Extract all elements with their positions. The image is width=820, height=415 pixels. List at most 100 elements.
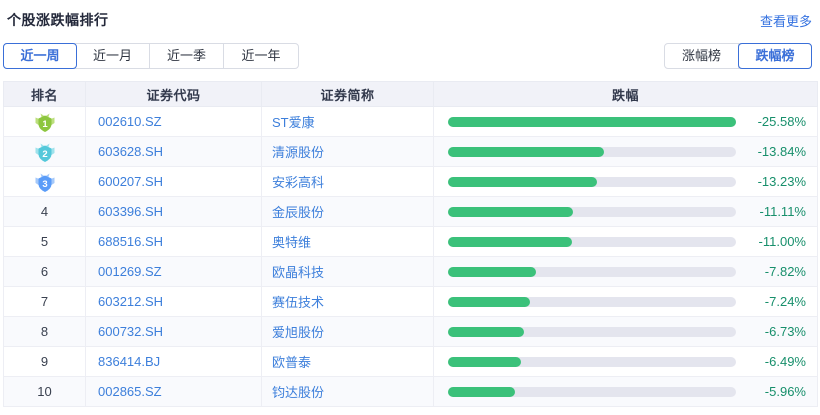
rank-toggle-1[interactable]: 跌幅榜 — [738, 43, 812, 69]
column-header-code: 证券代码 — [85, 81, 262, 107]
decline-bar — [448, 296, 530, 307]
stock-name-link[interactable]: 金辰股份 — [261, 196, 434, 227]
decline-cell: -11.00% — [433, 226, 818, 257]
rank-cell: 6 — [3, 256, 86, 287]
stock-name-link[interactable]: 赛伍技术 — [261, 286, 434, 317]
table-row[interactable]: 4 603396.SH 金辰股份 -11.11% — [3, 196, 818, 227]
svg-text:3: 3 — [42, 179, 47, 190]
stock-name-link[interactable]: 欧晶科技 — [261, 256, 434, 287]
table-header-row: 排名 证券代码 证券简称 跌幅 — [3, 81, 818, 107]
decline-bar — [448, 176, 597, 187]
decline-percent: -13.23% — [757, 174, 806, 189]
decline-bar-track — [448, 116, 736, 127]
stock-code-link[interactable]: 603396.SH — [85, 196, 262, 227]
stock-name-link[interactable]: ST爱康 — [261, 106, 434, 137]
panel-title: 个股涨跌幅排行 — [7, 12, 109, 28]
period-tab-group: 近一周 近一月 近一季 近一年 — [3, 43, 299, 69]
table-row[interactable]: 8 600732.SH 爱旭股份 -6.73% — [3, 316, 818, 347]
decline-bar — [448, 386, 516, 397]
table-row[interactable]: 2 603628.SH 清源股份 -13.84% — [3, 136, 818, 167]
decline-bar-track — [448, 356, 736, 367]
decline-bar-track — [448, 176, 736, 187]
rank-cell: 4 — [3, 196, 86, 227]
stock-name-link[interactable]: 清源股份 — [261, 136, 434, 167]
table-row[interactable]: 7 603212.SH 赛伍技术 -7.24% — [3, 286, 818, 317]
decline-bar — [448, 206, 573, 217]
period-tab-3[interactable]: 近一年 — [224, 44, 298, 68]
controls-bar: 近一周 近一月 近一季 近一年 涨幅榜 跌幅榜 — [3, 43, 812, 69]
rank-toggle-group: 涨幅榜 跌幅榜 — [664, 43, 812, 69]
table-row[interactable]: 6 001269.SZ 欧晶科技 -7.82% — [3, 256, 818, 287]
decline-bar-track — [448, 266, 736, 277]
stock-code-link[interactable]: 002865.SZ — [85, 376, 262, 407]
stock-code-link[interactable]: 600732.SH — [85, 316, 262, 347]
stock-name-link[interactable]: 欧普泰 — [261, 346, 434, 377]
decline-percent: -11.11% — [759, 204, 807, 219]
decline-percent: -7.82% — [764, 264, 806, 279]
decline-cell: -13.84% — [433, 136, 818, 167]
stock-code-link[interactable]: 600207.SH — [85, 166, 262, 197]
table-row[interactable]: 3 600207.SH 安彩高科 -13.23% — [3, 166, 818, 197]
rank-medal-icon: 2 — [35, 143, 54, 162]
stock-code-link[interactable]: 688516.SH — [85, 226, 262, 257]
stock-name-link[interactable]: 爱旭股份 — [261, 316, 434, 347]
decline-cell: -11.11% — [433, 196, 818, 227]
column-header-name: 证券简称 — [261, 81, 434, 107]
column-header-rank: 排名 — [3, 81, 86, 107]
decline-percent: -6.73% — [764, 324, 806, 339]
stock-code-link[interactable]: 603212.SH — [85, 286, 262, 317]
stock-rank-panel: 个股涨跌幅排行 查看更多 近一周 近一月 近一季 近一年 涨幅榜 跌幅榜 排名 证券代码… — [0, 0, 820, 415]
rank-medal-icon: 1 — [35, 113, 54, 132]
decline-percent: -13.84% — [757, 144, 806, 159]
stock-name-link[interactable]: 安彩高科 — [261, 166, 434, 197]
view-more-link[interactable]: 查看更多 — [760, 11, 812, 30]
decline-bar — [448, 236, 572, 247]
decline-bar-track — [448, 146, 736, 157]
rank-medal-icon: 3 — [35, 173, 54, 192]
rank-toggle-0[interactable]: 涨幅榜 — [665, 44, 739, 68]
svg-text:1: 1 — [42, 119, 48, 130]
stock-name-link[interactable]: 钧达股份 — [261, 376, 434, 407]
decline-bar-track — [448, 296, 736, 307]
stock-code-link[interactable]: 836414.BJ — [85, 346, 262, 377]
decline-percent: -6.49% — [764, 354, 806, 369]
rank-cell: 9 — [3, 346, 86, 377]
stock-code-link[interactable]: 001269.SZ — [85, 256, 262, 287]
decline-bar-track — [448, 206, 736, 217]
decline-bar-track — [448, 386, 736, 397]
stock-code-link[interactable]: 603628.SH — [85, 136, 262, 167]
table-row[interactable]: 5 688516.SH 奥特维 -11.00% — [3, 226, 818, 257]
decline-cell: -5.96% — [433, 376, 818, 407]
decline-bar — [448, 356, 522, 367]
rank-cell: 5 — [3, 226, 86, 257]
decline-bar-track — [448, 326, 736, 337]
decline-cell: -7.24% — [433, 286, 818, 317]
rank-cell: 7 — [3, 286, 86, 317]
decline-cell: -25.58% — [433, 106, 818, 137]
decline-bar — [448, 266, 537, 277]
rank-cell: 2 — [3, 136, 86, 167]
decline-cell: -6.49% — [433, 346, 818, 377]
period-tab-1[interactable]: 近一月 — [76, 44, 150, 68]
table-row[interactable]: 9 836414.BJ 欧普泰 -6.49% — [3, 346, 818, 377]
period-tab-2[interactable]: 近一季 — [150, 44, 224, 68]
rank-table: 排名 证券代码 证券简称 跌幅 1 002610.SZ ST爱康 -25.58% 2 60… — [3, 81, 818, 407]
period-tab-0[interactable]: 近一周 — [3, 43, 77, 69]
table-row[interactable]: 10 002865.SZ 钧达股份 -5.96% — [3, 376, 818, 407]
rank-cell: 8 — [3, 316, 86, 347]
decline-percent: -7.24% — [764, 294, 806, 309]
panel-header: 个股涨跌幅排行 查看更多 — [0, 0, 820, 30]
column-header-decline: 跌幅 — [433, 81, 818, 107]
stock-code-link[interactable]: 002610.SZ — [85, 106, 262, 137]
decline-cell: -6.73% — [433, 316, 818, 347]
table-row[interactable]: 1 002610.SZ ST爱康 -25.58% — [3, 106, 818, 137]
rank-cell: 3 — [3, 166, 86, 197]
stock-name-link[interactable]: 奥特维 — [261, 226, 434, 257]
decline-bar — [448, 326, 524, 337]
decline-bar — [448, 146, 604, 157]
decline-percent: -11.00% — [758, 234, 806, 249]
decline-bar — [448, 116, 736, 127]
rank-cell: 10 — [3, 376, 86, 407]
rank-cell: 1 — [3, 106, 86, 137]
decline-percent: -5.96% — [764, 384, 806, 399]
